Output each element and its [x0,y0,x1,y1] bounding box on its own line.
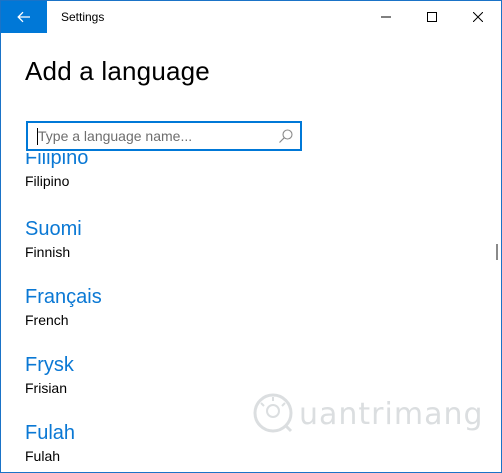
title-bar: Settings [1,1,501,33]
language-native-name: Suomi [25,218,82,240]
close-icon [473,12,483,22]
maximize-icon [427,12,437,22]
language-english-name: Fulah [25,448,61,464]
maximize-button[interactable] [409,1,455,33]
language-english-name: French [25,312,69,328]
search-icon[interactable] [278,128,294,144]
list-item-french[interactable]: Français French [25,286,465,346]
watermark-logo-icon [253,393,293,433]
language-search-box[interactable] [26,121,302,151]
language-native-name: Fulah [25,422,76,444]
window-title: Settings [61,10,105,24]
list-item-finnish[interactable]: Suomi Finnish [25,218,465,278]
language-english-name: Finnish [25,244,71,260]
list-item-filipino[interactable]: Filipino Filipino [25,153,465,207]
language-english-name: Filipino [25,173,70,189]
minimize-icon [381,16,391,18]
language-native-name: Français [25,286,102,308]
back-arrow-icon [17,11,30,23]
language-native-name: Filipino [25,153,89,169]
page-title: Add a language [25,56,210,86]
language-search-input[interactable] [38,123,278,149]
language-native-name: Frysk [25,354,74,376]
language-english-name: Frisian [25,380,68,396]
close-button[interactable] [455,1,501,33]
scrollbar-thumb[interactable] [496,244,498,260]
minimize-button[interactable] [363,1,409,33]
back-button[interactable] [1,1,47,33]
watermark-text: uantrimang [299,397,484,432]
settings-window: Settings Add a language Filipino [0,0,502,473]
watermark: uantrimang [251,389,484,439]
